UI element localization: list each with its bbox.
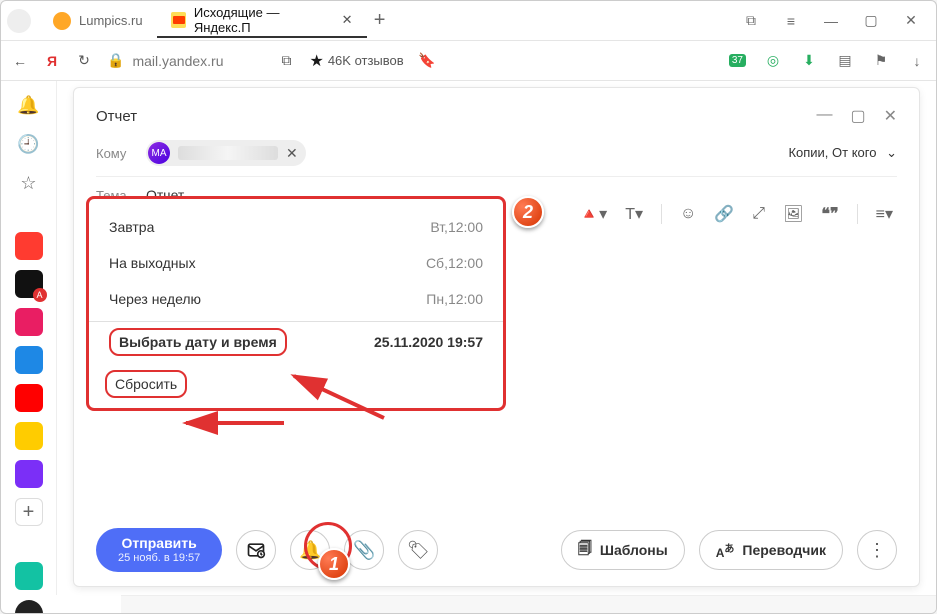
window-maximize-icon[interactable]: ▢ — [862, 12, 880, 30]
address-box[interactable]: 🔒 mail.yandex.ru — [107, 52, 223, 69]
remove-recipient-icon[interactable]: ✕ — [286, 145, 298, 162]
schedule-popup: Завтра Вт,12:00 На выходных Сб,12:00 Чер… — [86, 196, 506, 411]
browser-tabbar: Lumpics.ru Исходящие — Яндекс.П ✕ + ⧉ ≡ … — [1, 1, 936, 41]
link-icon[interactable]: 🔗 — [714, 204, 734, 224]
new-tab-button[interactable]: + — [367, 8, 393, 34]
page-footer-strip — [121, 595, 936, 613]
tab-lumpics[interactable]: Lumpics.ru — [39, 4, 157, 38]
align-icon[interactable]: ≡▾ — [876, 204, 893, 224]
compose-minimize-icon[interactable]: — — [816, 106, 832, 126]
templates-button[interactable]: 🗐 Шаблоны — [561, 530, 685, 570]
bell-icon[interactable]: 🔔 — [18, 95, 40, 116]
select-datetime-value: 25.11.2020 19:57 — [374, 334, 483, 350]
favicon-lumpics — [53, 12, 71, 30]
recipients-row: Кому MA ✕ Копии, От кого ⌄ — [96, 130, 897, 177]
star-icon: ★ — [309, 51, 323, 71]
copies-from-toggle[interactable]: Копии, От кого ⌄ — [788, 145, 897, 161]
schedule-option-weekend[interactable]: На выходных Сб,12:00 — [105, 245, 487, 281]
shortcut-teal[interactable] — [15, 562, 43, 590]
url-text: mail.yandex.ru — [132, 53, 223, 69]
annotation-marker-2: 2 — [512, 196, 544, 228]
attach-button[interactable]: 📎 — [344, 530, 384, 570]
reload-icon[interactable]: ↻ — [75, 52, 93, 70]
window-minimize-icon[interactable]: — — [822, 12, 840, 30]
send-schedule-text: 25 нояб. в 19:57 — [118, 552, 200, 564]
schedule-option-next-week[interactable]: Через неделю Пн,12:00 — [105, 281, 487, 317]
extension-shield-icon[interactable]: ◎ — [764, 52, 782, 70]
reviews-text: 46K отзывов — [328, 53, 404, 68]
translator-button[interactable]: Aあ Переводчик — [699, 530, 843, 570]
schedule-select-datetime[interactable]: Выбрать дату и время 25.11.2020 19:57 — [105, 326, 487, 358]
browser-urlbar: ← Я ↻ 🔒 mail.yandex.ru ⧉ ★ 46K отзывов 🔖… — [1, 41, 936, 81]
shortcut-alice[interactable] — [15, 600, 43, 614]
schedule-option-tomorrow[interactable]: Завтра Вт,12:00 — [105, 209, 487, 245]
compose-close-icon[interactable]: ✕ — [884, 106, 897, 126]
compose-title: Отчет — [96, 108, 137, 125]
text-color-icon[interactable]: 🔺▾ — [579, 204, 607, 224]
add-shortcut-button[interactable]: + — [15, 498, 43, 526]
send-label: Отправить — [122, 536, 197, 551]
shortcut-youtube[interactable] — [15, 384, 43, 412]
label-button[interactable]: 🏷 — [398, 530, 438, 570]
schedule-send-button[interactable] — [236, 530, 276, 570]
extension-badge-green[interactable]: 37 — [729, 54, 746, 67]
send-button[interactable]: Отправить 25 нояб. в 19:57 — [96, 528, 222, 572]
toolbar-separator — [857, 204, 858, 224]
nav-back-icon[interactable]: ← — [11, 52, 29, 70]
profile-avatar[interactable] — [7, 9, 31, 33]
emoji-icon[interactable]: ☺ — [680, 205, 696, 223]
browser-sidebar: 🔔 🕘 ☆ A + — [1, 81, 57, 595]
tab-label: Исходящие — Яндекс.П — [194, 5, 334, 35]
reviews-badge[interactable]: ★ 46K отзывов — [309, 51, 403, 71]
downloads-icon[interactable]: ↓ — [908, 52, 926, 70]
download-arrow-icon[interactable]: ⬇ — [800, 52, 818, 70]
popout-icon[interactable]: ⧉ — [277, 52, 295, 70]
close-icon[interactable]: ✕ — [342, 12, 353, 28]
reader-icon[interactable]: ▤ — [836, 52, 854, 70]
tab-label: Lumpics.ru — [79, 13, 143, 28]
favorites-star-icon[interactable]: ☆ — [18, 173, 40, 194]
shortcut-ivi[interactable] — [15, 308, 43, 336]
favicon-yandex — [171, 12, 186, 28]
shortcut-vk[interactable] — [15, 346, 43, 374]
translator-icon: Aあ — [716, 540, 735, 560]
tab-yandex-mail[interactable]: Исходящие — Яндекс.П ✕ — [157, 4, 367, 38]
toolbar-separator — [661, 204, 662, 224]
chevron-down-icon: ⌄ — [886, 145, 897, 160]
bookmark-icon[interactable]: 🔖 — [418, 52, 436, 70]
recipient-chip[interactable]: MA ✕ — [146, 140, 306, 166]
compose-bottombar: Отправить 25 нояб. в 19:57 🔔 📎 🏷 🗐 Шабло… — [96, 528, 897, 572]
popup-separator — [89, 321, 503, 322]
annotation-marker-1: 1 — [318, 548, 350, 580]
shortcut-yandex-mail[interactable] — [15, 422, 43, 450]
to-label: Кому — [96, 146, 146, 161]
format-toolbar: 🔺▾ T▾ ☺ 🔗 ⤢ 🖼 ❝❞ ≡▾ — [579, 204, 893, 224]
select-datetime-label: Выбрать дату и время — [109, 328, 287, 356]
compose-maximize-icon[interactable]: ▢ — [850, 106, 865, 126]
addons-icon[interactable]: ⚑ — [872, 52, 890, 70]
menu-icon[interactable]: ≡ — [782, 12, 800, 30]
recipient-name-redacted — [178, 146, 278, 160]
templates-icon: 🗐 — [578, 538, 592, 562]
text-size-icon[interactable]: T▾ — [625, 204, 643, 224]
lock-icon: 🔒 — [107, 52, 124, 69]
window-close-icon[interactable]: ✕ — [902, 12, 920, 30]
shortcut-yandex-search[interactable] — [15, 232, 43, 260]
history-icon[interactable]: 🕘 — [18, 134, 40, 155]
copy-tabs-icon[interactable]: ⧉ — [742, 12, 760, 30]
image-icon[interactable]: 🖼 — [783, 204, 803, 224]
more-button[interactable]: ⋮ — [857, 530, 897, 570]
compose-window: Отчет — ▢ ✕ Кому MA ✕ Копии, От кого ⌄ — [73, 87, 920, 587]
schedule-reset-button[interactable]: Сбросить — [105, 370, 187, 398]
shortcut-generic[interactable] — [15, 460, 43, 488]
yandex-home-icon[interactable]: Я — [43, 52, 61, 70]
unlink-icon[interactable]: ⤢ — [752, 205, 765, 223]
recipient-avatar: MA — [148, 142, 170, 164]
shortcut-translate[interactable]: A — [15, 270, 43, 298]
annotation-arrow — [174, 408, 294, 441]
quote-icon[interactable]: ❝❞ — [821, 204, 838, 224]
